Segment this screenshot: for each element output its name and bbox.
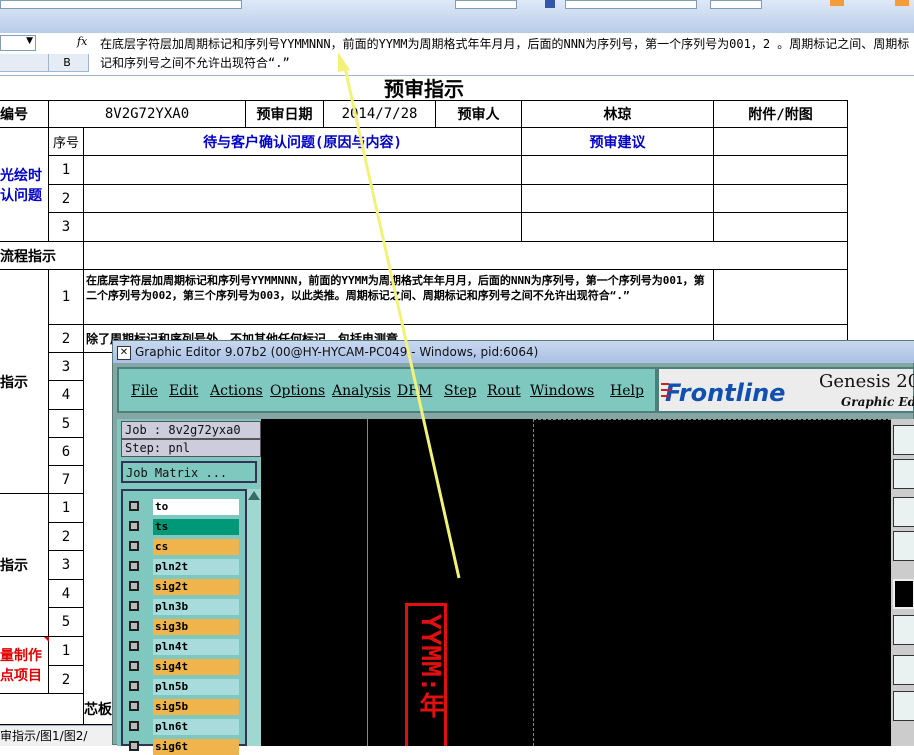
annotation-arrow	[338, 52, 461, 579]
arrow-head-icon	[338, 52, 350, 72]
arrow-line	[343, 67, 461, 579]
